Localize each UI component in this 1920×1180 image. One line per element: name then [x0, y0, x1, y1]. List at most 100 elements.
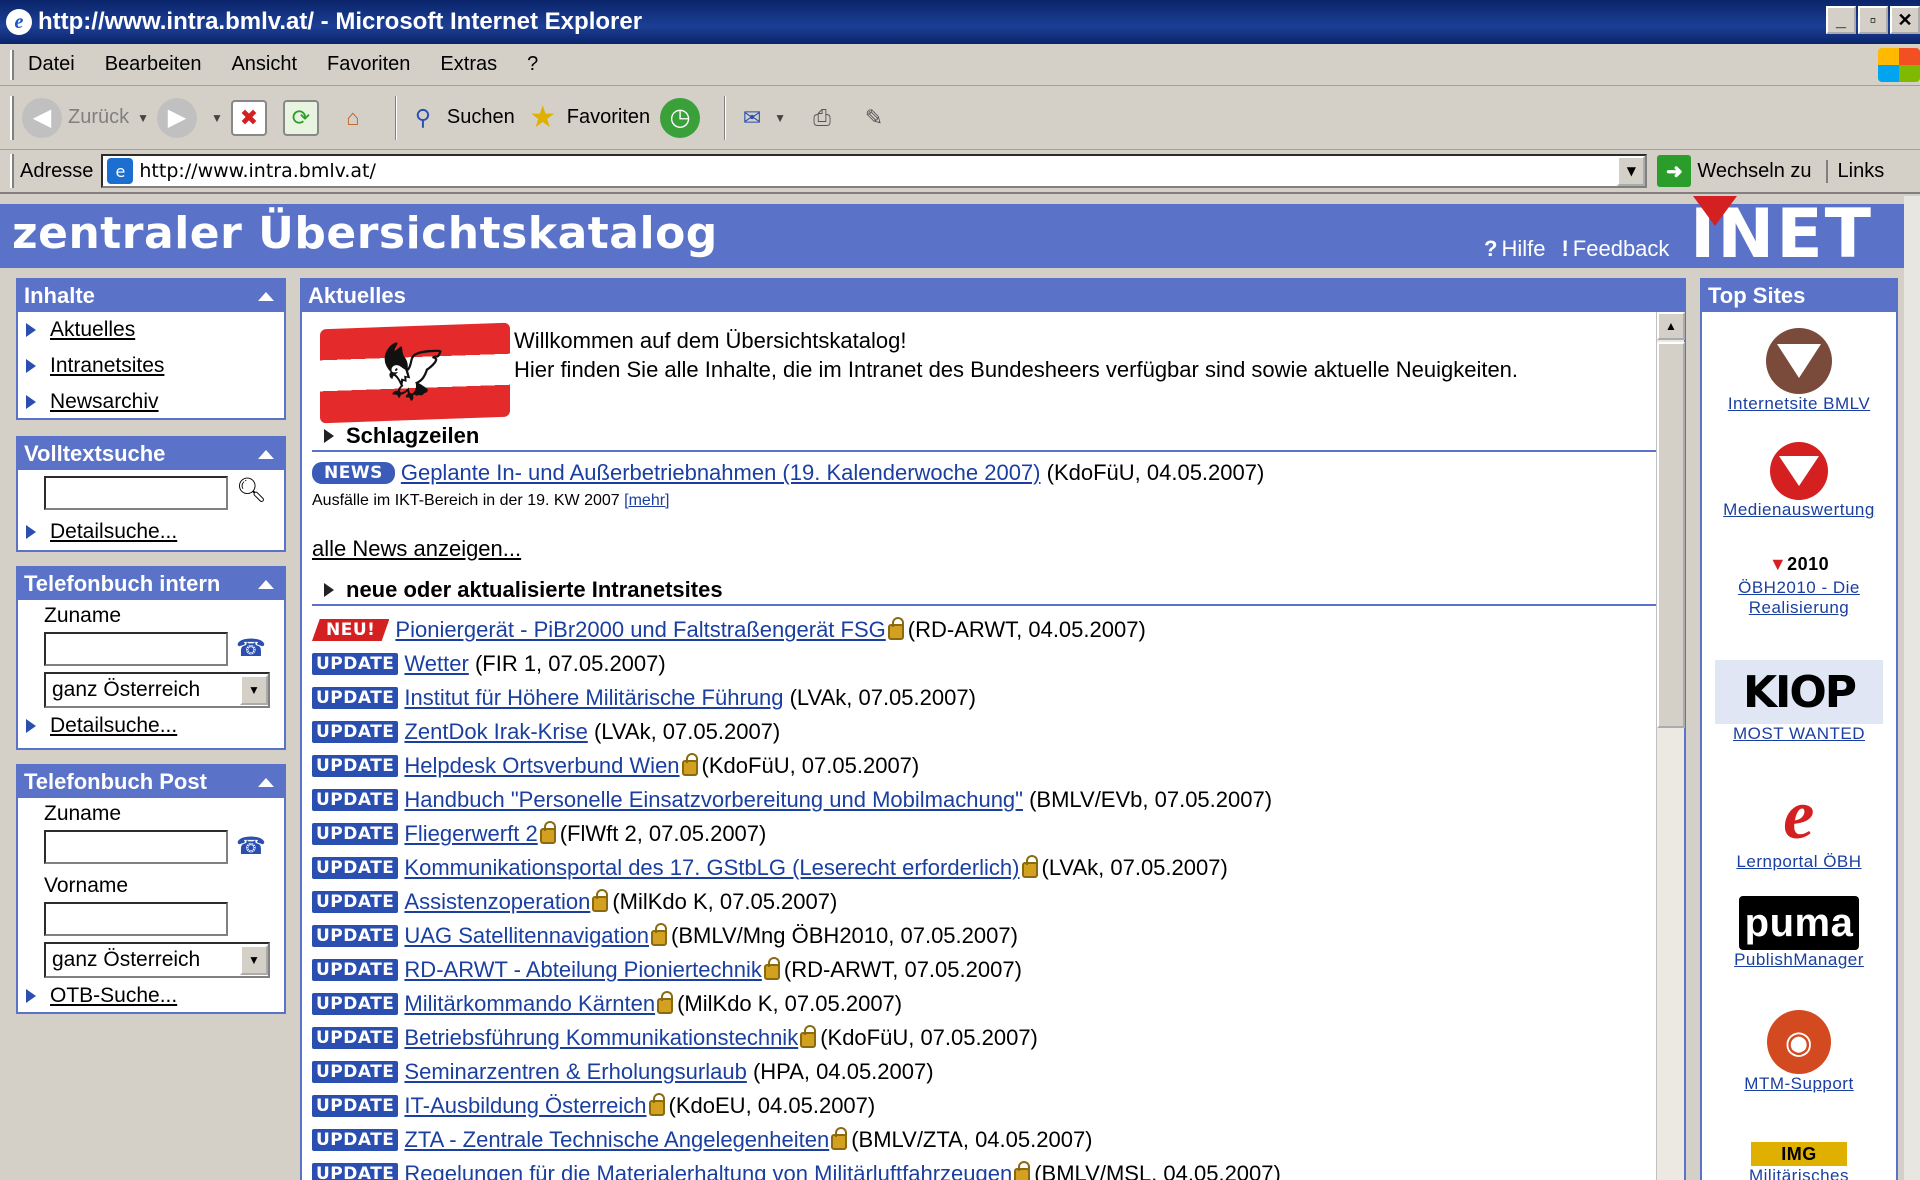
- address-input[interactable]: e http://www.intra.bmlv.at/ ▼: [101, 154, 1648, 188]
- menu-ansicht[interactable]: Ansicht: [231, 53, 297, 76]
- entry-link[interactable]: RD-ARWT - Abteilung Pioniertechnik: [404, 957, 761, 983]
- maximize-button[interactable]: ▫: [1858, 6, 1888, 34]
- favorites-button[interactable]: ★ Favoriten: [525, 100, 650, 136]
- mail-button[interactable]: ✉ ▼: [734, 100, 794, 136]
- entry-link[interactable]: IT-Ausbildung Österreich: [404, 1093, 646, 1119]
- entry-link[interactable]: Kommunikationsportal des 17. GStbLG (Les…: [404, 855, 1019, 881]
- entry-link[interactable]: UAG Satellitennavigation: [404, 923, 649, 949]
- news-link[interactable]: Geplante In- und Außerbetriebnahmen (19.…: [401, 460, 1041, 486]
- fulltext-search-input[interactable]: [44, 476, 228, 510]
- go-button[interactable]: ➜ Wechseln zu: [1657, 155, 1812, 187]
- top-site-mtm-link[interactable]: MTM-Support: [1744, 1074, 1853, 1093]
- tel-post-vorname-input[interactable]: [44, 902, 228, 936]
- entry-link[interactable]: Institut für Höhere Militärische Führung: [404, 685, 783, 711]
- tel-intern-region-select[interactable]: ganz Österreich ▼: [44, 672, 270, 708]
- entry-link[interactable]: Wetter: [404, 651, 468, 677]
- address-dropdown-button[interactable]: ▼: [1617, 156, 1646, 186]
- phone-search-icon[interactable]: ☎: [236, 634, 266, 663]
- top-site-obh2010[interactable]: ▼ 2010 ÖBH2010 - Die Realisierung: [1702, 550, 1896, 618]
- update-badge: UPDATE: [312, 687, 399, 709]
- puma-logo-icon: puma: [1739, 896, 1859, 950]
- panel-telintern-header[interactable]: Telefonbuch intern: [18, 568, 284, 600]
- entry-link[interactable]: Pioniergerät - PiBr2000 und Faltstraßeng…: [395, 617, 885, 643]
- top-site-publishmanager[interactable]: puma PublishManager: [1702, 896, 1896, 970]
- entry-link[interactable]: ZTA - Zentrale Technische Angelegenheite…: [404, 1127, 829, 1153]
- bullet-arrow-icon: [26, 359, 36, 373]
- entry-link[interactable]: Militärkommando Kärnten: [404, 991, 655, 1017]
- nav-intranetsites[interactable]: Intranetsites: [18, 348, 284, 384]
- links-button[interactable]: Links: [1825, 159, 1884, 183]
- home-button[interactable]: ⌂: [335, 100, 377, 136]
- all-news-link[interactable]: alle News anzeigen...: [312, 536, 521, 562]
- tel-post-zuname-input[interactable]: [44, 830, 228, 864]
- close-button[interactable]: ✕: [1890, 6, 1920, 34]
- top-site-bmlv-link[interactable]: Internetsite BMLV: [1728, 394, 1870, 413]
- entry-link[interactable]: Helpdesk Ortsverbund Wien: [404, 753, 679, 779]
- top-site-most-wanted-link[interactable]: MOST WANTED: [1733, 724, 1865, 743]
- back-dropdown-icon[interactable]: ▼: [137, 111, 149, 125]
- volltext-detailsuche-link[interactable]: Detailsuche...: [18, 514, 284, 550]
- edit-button[interactable]: ✎: [856, 100, 898, 136]
- aktuelles-header: Aktuelles: [302, 280, 1684, 312]
- menu-datei[interactable]: Datei: [28, 53, 75, 76]
- forward-dropdown-icon[interactable]: ▼: [211, 111, 223, 125]
- feedback-link[interactable]: ! Feedback: [1561, 236, 1669, 262]
- top-site-lernportal-link[interactable]: Lernportal ÖBH: [1736, 852, 1861, 871]
- collapse-icon[interactable]: [258, 292, 274, 301]
- menu-extras[interactable]: Extras: [440, 53, 497, 76]
- tel-intern-zuname-input[interactable]: [44, 632, 228, 666]
- print-button[interactable]: ⎙: [804, 100, 846, 136]
- content-scrollbar[interactable]: ▲: [1656, 312, 1685, 1180]
- vorname-label: Vorname: [44, 874, 129, 897]
- history-button[interactable]: ◷: [660, 97, 706, 138]
- panel-telpost-header[interactable]: Telefonbuch Post: [18, 766, 284, 798]
- back-button[interactable]: ◀ Zurück: [22, 97, 129, 138]
- magnifier-icon[interactable]: 🔍︎: [236, 476, 266, 505]
- otb-search-link[interactable]: OTB-Suche...: [18, 978, 284, 1014]
- forward-button[interactable]: ▶: [157, 97, 203, 138]
- top-site-most-wanted[interactable]: KIOP MOST WANTED: [1702, 660, 1896, 744]
- collapse-icon[interactable]: [258, 778, 274, 787]
- tel-intern-detailsuche-link[interactable]: Detailsuche...: [18, 708, 284, 744]
- top-site-medienauswertung[interactable]: Medienauswertung: [1702, 442, 1896, 520]
- top-site-mtm-support[interactable]: ◉ MTM-Support: [1702, 1010, 1896, 1094]
- phone-search-icon[interactable]: ☎: [236, 832, 266, 861]
- collapse-icon[interactable]: [258, 580, 274, 589]
- bullet-arrow-icon: [26, 719, 36, 733]
- refresh-button[interactable]: ⟳: [282, 99, 325, 136]
- entry-link[interactable]: Handbuch "Personelle Einsatzvorbereitung…: [404, 787, 1023, 813]
- section-schlagzeilen[interactable]: Schlagzeilen: [312, 422, 1656, 452]
- welcome-text: Willkommen auf dem Übersichtskatalog! Hi…: [514, 326, 1518, 384]
- help-link[interactable]: ? Hilfe: [1484, 236, 1545, 262]
- scroll-thumb[interactable]: [1657, 342, 1685, 728]
- entry-link[interactable]: ZentDok Irak-Krise: [404, 719, 587, 745]
- scroll-up-icon[interactable]: ▲: [1657, 312, 1685, 340]
- nav-newsarchiv[interactable]: Newsarchiv: [18, 384, 284, 420]
- search-button[interactable]: ⚲ Suchen: [405, 100, 515, 136]
- entry-link[interactable]: Betriebsführung Kommunikationstechnik: [404, 1025, 798, 1051]
- nav-aktuelles[interactable]: Aktuelles: [18, 312, 284, 348]
- menu-help[interactable]: ?: [527, 53, 538, 76]
- top-site-publishmanager-link[interactable]: PublishManager: [1734, 950, 1864, 969]
- top-site-lernportal[interactable]: e Lernportal ÖBH: [1702, 777, 1896, 872]
- collapse-icon[interactable]: [258, 450, 274, 459]
- top-site-obh2010-link[interactable]: ÖBH2010 - Die Realisierung: [1702, 578, 1896, 618]
- panel-inhalte-header[interactable]: Inhalte: [18, 280, 284, 312]
- panel-volltext-header[interactable]: Volltextsuche: [18, 438, 284, 470]
- news-more-link[interactable]: [mehr]: [624, 492, 669, 509]
- top-site-militaerisches-link[interactable]: Militärisches: [1749, 1166, 1849, 1180]
- entry-link[interactable]: Assistenzoperation: [404, 889, 590, 915]
- entry-link[interactable]: Fliegerwerft 2: [404, 821, 537, 847]
- minimize-button[interactable]: _: [1826, 6, 1856, 34]
- top-site-bmlv[interactable]: Internetsite BMLV: [1702, 328, 1896, 414]
- page-scrollbar[interactable]: [1904, 196, 1920, 1180]
- stop-button[interactable]: ✖: [230, 99, 273, 136]
- entry-link[interactable]: Regelungen für die Materialerhaltung von…: [404, 1161, 1012, 1180]
- top-site-medien-link[interactable]: Medienauswertung: [1723, 500, 1875, 519]
- tel-post-region-select[interactable]: ganz Österreich ▼: [44, 942, 270, 978]
- section-updated-sites[interactable]: neue oder aktualisierte Intranetsites: [312, 576, 1656, 606]
- entry-link[interactable]: Seminarzentren & Erholungsurlaub: [404, 1059, 746, 1085]
- menu-bearbeiten[interactable]: Bearbeiten: [105, 53, 202, 76]
- top-site-militaerisches[interactable]: IMG Militärisches: [1702, 1142, 1896, 1180]
- menu-favoriten[interactable]: Favoriten: [327, 53, 410, 76]
